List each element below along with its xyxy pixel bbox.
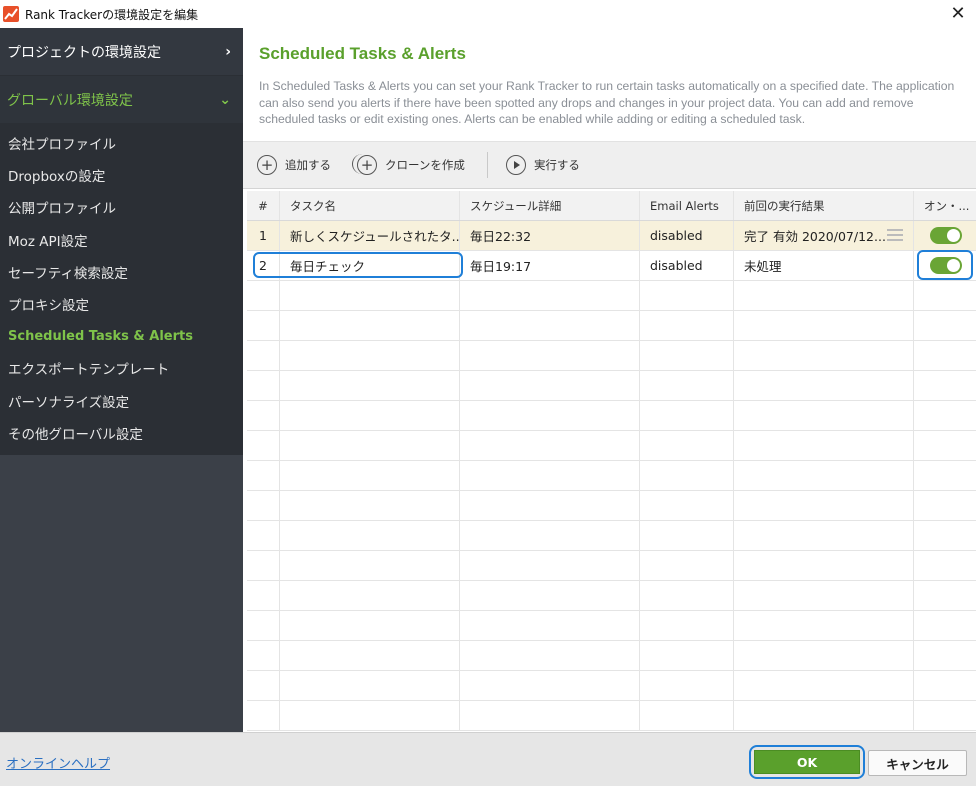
window-title: Rank Trackerの環境設定を編集 bbox=[25, 7, 199, 22]
sidebar-item-public-profile[interactable]: 公開プロファイル bbox=[0, 191, 243, 223]
sidebar-item-proxy[interactable]: プロキシ設定 bbox=[0, 288, 243, 320]
email-alerts: disabled bbox=[640, 221, 734, 250]
empty-row bbox=[247, 281, 976, 311]
empty-row bbox=[247, 401, 976, 431]
page-title: Scheduled Tasks & Alerts bbox=[259, 44, 466, 63]
ok-button[interactable]: OK bbox=[754, 750, 860, 774]
sidebar-item-dropbox[interactable]: Dropboxの設定 bbox=[0, 159, 243, 191]
toggle-cell bbox=[914, 251, 976, 280]
empty-row bbox=[247, 551, 976, 581]
row-number: 1 bbox=[247, 221, 280, 250]
sidebar-section-project-settings[interactable]: プロジェクトの環境設定 › bbox=[0, 28, 243, 76]
sidebar-item-label: その他グローバル設定 bbox=[8, 426, 143, 443]
clone-icon: + bbox=[352, 154, 377, 175]
empty-row bbox=[247, 701, 976, 731]
settings-sidebar: プロジェクトの環境設定 › グローバル環境設定 ⌄ 会社プロファイル Dropb… bbox=[0, 28, 243, 732]
close-icon[interactable]: ✕ bbox=[946, 2, 970, 26]
empty-row bbox=[247, 611, 976, 641]
last-run-result: 完了 有効 2020/07/12... bbox=[734, 221, 914, 250]
sidebar-item-other-global[interactable]: その他グローバル設定 bbox=[0, 417, 243, 449]
empty-row bbox=[247, 491, 976, 521]
empty-row bbox=[247, 311, 976, 341]
empty-row bbox=[247, 641, 976, 671]
table-row[interactable]: 2 毎日チェック 毎日19:17 disabled 未処理 bbox=[247, 251, 976, 281]
sidebar-section-label: プロジェクトの環境設定 bbox=[7, 44, 161, 61]
row-number: 2 bbox=[247, 251, 280, 280]
column-header-last-result[interactable]: 前回の実行結果 bbox=[734, 191, 914, 220]
sidebar-item-personalize[interactable]: パーソナライズ設定 bbox=[0, 385, 243, 417]
run-task-label: 実行する bbox=[533, 158, 580, 172]
sidebar-item-moz-api[interactable]: Moz API設定 bbox=[0, 224, 243, 256]
chevron-right-icon: › bbox=[225, 43, 231, 60]
empty-row bbox=[247, 371, 976, 401]
column-header-email-alerts[interactable]: Email Alerts bbox=[640, 191, 734, 220]
sidebar-item-label: Dropboxの設定 bbox=[8, 169, 106, 186]
empty-row bbox=[247, 581, 976, 611]
sidebar-item-label: エクスポートテンプレート bbox=[8, 362, 170, 379]
empty-row bbox=[247, 671, 976, 701]
column-header-schedule[interactable]: スケジュール詳細 bbox=[460, 191, 640, 220]
sidebar-item-company-profile[interactable]: 会社プロファイル bbox=[0, 127, 243, 159]
empty-row bbox=[247, 521, 976, 551]
last-run-text: 完了 有効 2020/07/12... bbox=[744, 229, 886, 244]
chevron-down-icon: ⌄ bbox=[219, 91, 231, 108]
column-header-task-name[interactable]: タスク名 bbox=[280, 191, 460, 220]
dialog-footer: オンラインヘルプ OK キャンセル bbox=[0, 732, 976, 786]
table-row[interactable]: 1 新しくスケジュールされたタ... 毎日22:32 disabled 完了 有… bbox=[247, 221, 976, 251]
task-enabled-toggle[interactable] bbox=[930, 257, 962, 274]
sidebar-item-export-templates[interactable]: エクスポートテンプレート bbox=[0, 352, 243, 384]
sidebar-item-label: セーフティ検索設定 bbox=[8, 265, 128, 282]
email-alerts: disabled bbox=[640, 251, 734, 280]
play-icon bbox=[505, 155, 526, 175]
cancel-button[interactable]: キャンセル bbox=[868, 750, 967, 776]
clone-task-button[interactable]: + クローンを作成 bbox=[352, 154, 465, 175]
task-enabled-toggle[interactable] bbox=[930, 227, 962, 244]
sidebar-section-global-settings[interactable]: グローバル環境設定 ⌄ bbox=[0, 76, 243, 124]
sidebar-item-label: 会社プロファイル bbox=[8, 137, 116, 154]
empty-row bbox=[247, 431, 976, 461]
sidebar-item-safe-search[interactable]: セーフティ検索設定 bbox=[0, 256, 243, 288]
clone-task-label: クローンを作成 bbox=[385, 158, 465, 172]
sidebar-item-label: 公開プロファイル bbox=[8, 201, 116, 218]
sidebar-section-label: グローバル環境設定 bbox=[7, 92, 133, 109]
add-task-label: 追加する bbox=[285, 158, 331, 172]
sidebar-item-scheduled-tasks[interactable]: Scheduled Tasks & Alerts bbox=[0, 320, 243, 352]
sidebar-item-label: プロキシ設定 bbox=[8, 298, 89, 315]
toolbar-divider bbox=[486, 152, 488, 178]
sidebar-item-label: Scheduled Tasks & Alerts bbox=[8, 328, 193, 344]
online-help-link[interactable]: オンラインヘルプ bbox=[6, 753, 110, 772]
menu-icon[interactable] bbox=[887, 229, 903, 241]
task-name: 毎日チェック bbox=[280, 251, 460, 280]
sidebar-item-label: Moz API設定 bbox=[8, 233, 88, 250]
schedule-detail: 毎日19:17 bbox=[460, 251, 640, 280]
table-header: # タスク名 スケジュール詳細 Email Alerts 前回の実行結果 オン・… bbox=[247, 191, 976, 221]
column-header-on-off[interactable]: オン・... bbox=[914, 191, 976, 220]
title-bar: Rank Trackerの環境設定を編集 ✕ bbox=[0, 0, 976, 28]
rank-tracker-logo-icon bbox=[3, 6, 19, 22]
schedule-detail: 毎日22:32 bbox=[460, 221, 640, 250]
task-name: 新しくスケジュールされたタ... bbox=[280, 221, 460, 250]
sidebar-list: 会社プロファイル Dropboxの設定 公開プロファイル Moz API設定 セ… bbox=[0, 124, 243, 455]
empty-row bbox=[247, 341, 976, 371]
last-run-result: 未処理 bbox=[734, 251, 914, 280]
run-task-button[interactable]: 実行する bbox=[505, 155, 580, 175]
add-task-button[interactable]: + 追加する bbox=[257, 155, 331, 175]
tasks-toolbar: + 追加する + クローンを作成 実行する bbox=[243, 141, 976, 189]
toggle-cell bbox=[914, 221, 976, 250]
ok-button-highlight: OK bbox=[749, 745, 865, 779]
sidebar-item-label: パーソナライズ設定 bbox=[8, 394, 130, 411]
preferences-window: Rank Trackerの環境設定を編集 ✕ プロジェクトの環境設定 › グロー… bbox=[0, 0, 976, 786]
main-panel: Scheduled Tasks & Alerts In Scheduled Ta… bbox=[243, 28, 976, 732]
page-description: In Scheduled Tasks & Alerts you can set … bbox=[259, 79, 955, 126]
empty-row bbox=[247, 461, 976, 491]
tasks-table: # タスク名 スケジュール詳細 Email Alerts 前回の実行結果 オン・… bbox=[247, 191, 976, 732]
plus-circle-icon: + bbox=[257, 155, 277, 175]
column-header-number[interactable]: # bbox=[247, 191, 280, 220]
